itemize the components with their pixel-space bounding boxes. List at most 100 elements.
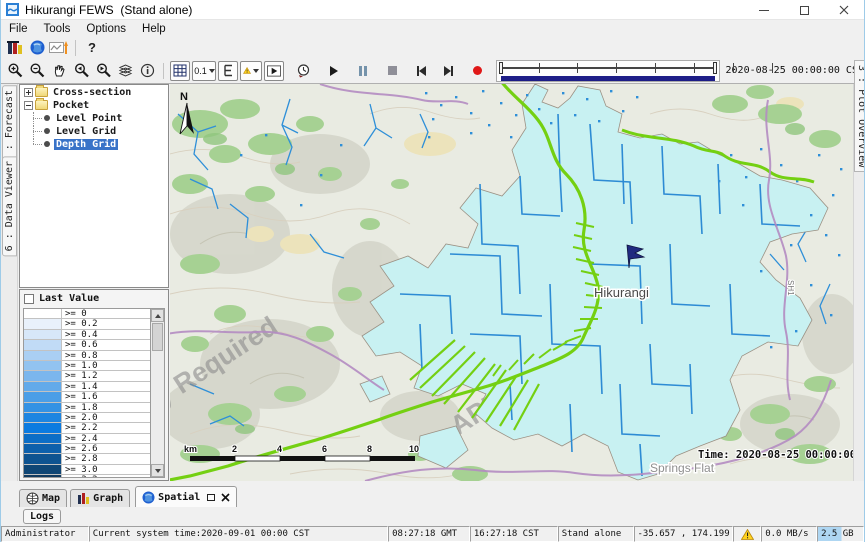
menu-options[interactable]: Options [78,20,134,37]
tab-map[interactable]: Map [19,489,67,507]
collapse-icon[interactable] [24,101,33,110]
color-swatch [24,413,62,422]
window-title: Hikurangi FEWS (Stand alone) [25,3,192,17]
tab-graph[interactable]: Graph [70,489,130,507]
menu-file[interactable]: File [1,20,36,37]
legend-scrollbar[interactable] [150,309,164,477]
main-toolbar: ? [1,37,864,58]
color-swatch [24,434,62,443]
menu-help[interactable]: Help [134,20,174,37]
tree-connector [30,125,44,137]
expand-icon[interactable] [24,88,33,97]
road-label: SH1 [786,280,795,296]
legend-entry[interactable]: >= 2.4 [24,434,150,444]
scroll-up-button[interactable] [151,309,164,322]
legend-entry[interactable]: >= 1.8 [24,403,150,413]
minimize-button[interactable] [744,0,784,20]
legend-entry[interactable]: >= 2.8 [24,454,150,464]
legend-entry[interactable]: >= 0.2 [24,319,150,329]
last-value-checkbox[interactable] [24,294,34,304]
svg-text:2: 2 [232,444,237,454]
legend-entry[interactable]: >= 0.8 [24,351,150,361]
animation-panel-button[interactable] [264,61,284,81]
grid-threshold-dropdown[interactable]: 0.1 [192,61,217,81]
first-frame-button[interactable] [411,61,431,81]
stop-button[interactable] [382,61,402,81]
show-grid-button[interactable] [170,61,190,81]
pause-button[interactable] [353,61,373,81]
status-mode: Stand alone [558,526,634,542]
tree-item-depth-grid[interactable]: Depth Grid [20,138,168,150]
zoom-next-button[interactable] [93,61,113,81]
globe-icon [30,40,45,55]
time-slider-track [501,67,714,69]
tree-connector [30,112,44,124]
map-display-button[interactable] [27,38,47,58]
pan-button[interactable] [49,61,69,81]
play-button[interactable] [324,61,344,81]
legend-entry[interactable]: >= 0.6 [24,340,150,350]
logs-button[interactable]: Logs [23,509,61,524]
menu-tools[interactable]: Tools [36,20,79,37]
legend-entry[interactable]: >= 1.4 [24,382,150,392]
time-slider-handle-end[interactable] [713,62,717,74]
close-tab-icon[interactable] [221,493,230,502]
tree-item-level-point[interactable]: Level Point [20,112,168,124]
info-button[interactable] [137,61,157,81]
legend-entry[interactable]: >= 2.2 [24,423,150,433]
legend-entry[interactable]: >= 2.6 [24,444,150,454]
time-slider-handle-start[interactable] [499,62,503,74]
status-memory: 2.5 GB [817,526,864,542]
layer-tree-panel: Cross-section Pocket Level Point Level G… [19,84,169,288]
tab-plot-overview[interactable]: 3 : Plot Overview [854,60,865,172]
close-button[interactable] [824,0,864,20]
svg-text:6: 6 [322,444,327,454]
zoom-previous-button[interactable] [71,61,91,81]
help-button[interactable]: ? [82,38,102,58]
map-toolbar: 0.1 2020-08- [1,58,864,84]
record-icon [473,66,482,75]
legend-entry[interactable]: >= 0.4 [24,330,150,340]
database-display-button[interactable] [5,38,25,58]
status-warning-cell[interactable] [733,526,761,542]
last-frame-button[interactable] [438,61,458,81]
zoom-out-button[interactable] [27,61,47,81]
map-viewport[interactable]: API Key Required API Key Required [170,84,853,481]
layers-icon [118,63,133,78]
color-swatch [24,382,62,391]
show-legend-button[interactable] [218,61,238,81]
legend-entry[interactable]: >= 3.2 [24,475,150,478]
svg-text:km: km [184,444,197,454]
legend-entry[interactable]: >= 1.0 [24,361,150,371]
legend-entry[interactable]: >= 3.0 [24,465,150,475]
scrollbar-thumb[interactable] [152,323,163,351]
tab-data-viewer[interactable]: 6 : Data Viewer [2,156,17,256]
import-status-button[interactable] [49,38,69,58]
legend-entry[interactable]: >= 1.6 [24,392,150,402]
legend-entry[interactable]: >= 1.2 [24,371,150,381]
record-button[interactable] [467,61,487,81]
color-swatch [24,340,62,349]
scroll-down-button[interactable] [151,464,164,477]
legend-entry[interactable]: >= 0 [24,309,150,319]
tab-forecast[interactable]: 5 : Forecast [2,85,17,167]
tree-item-level-grid[interactable]: Level Grid [20,125,168,137]
color-swatch [24,319,62,328]
layers-button[interactable] [115,61,135,81]
tree-item-pocket[interactable]: Pocket [20,99,168,111]
color-swatch [24,444,62,453]
float-panel-button[interactable] [207,494,215,501]
tree-item-cross-section[interactable]: Cross-section [20,86,168,98]
maximize-button[interactable] [784,0,824,20]
thresholds-dropdown[interactable] [240,61,262,81]
time-slider[interactable] [496,60,719,82]
svg-text:10: 10 [409,444,419,454]
app-icon [6,3,19,16]
folder-icon [35,100,48,110]
folder-icon [35,87,48,97]
status-local-time: 16:27:18 CST [470,526,558,542]
tab-spatial[interactable]: Spatial [135,486,237,507]
legend-entry[interactable]: >= 2.0 [24,413,150,423]
animation-settings-button[interactable] [293,61,313,81]
zoom-in-button[interactable] [5,61,25,81]
